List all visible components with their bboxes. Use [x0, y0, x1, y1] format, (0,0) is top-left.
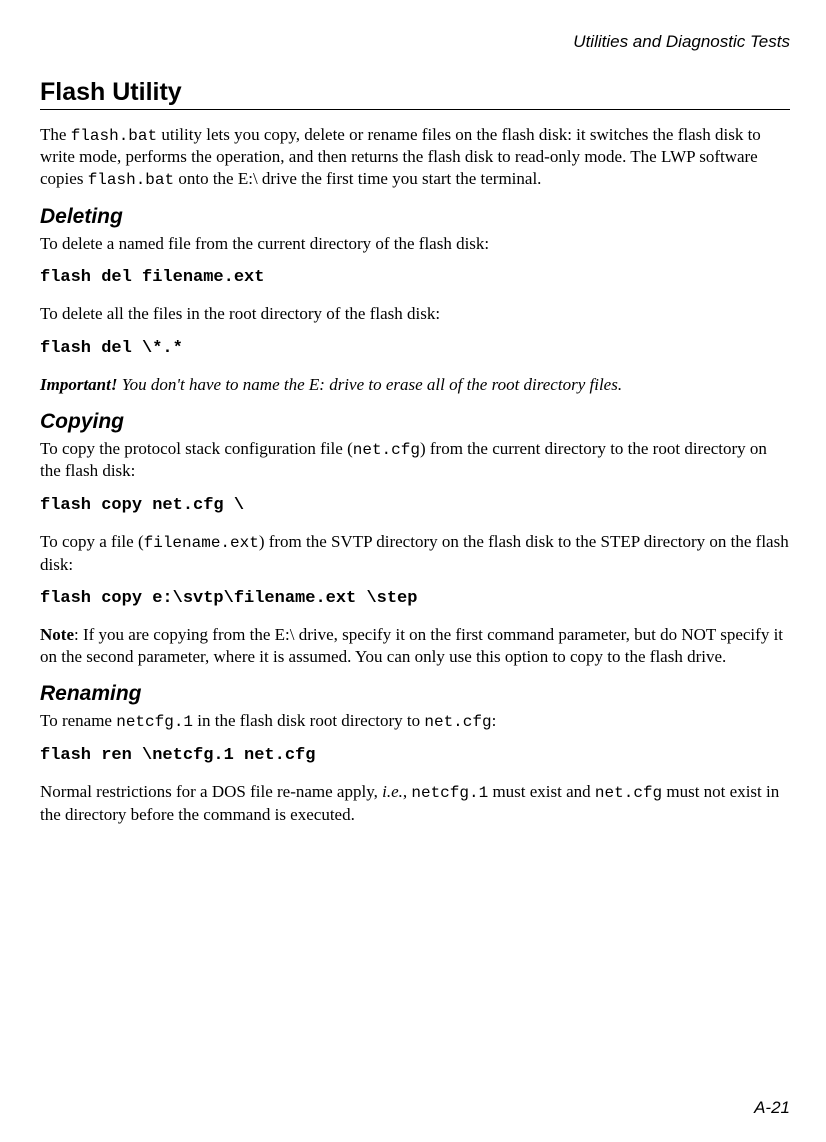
cmd-flash-ren: flash ren \netcfg.1 net.cfg	[40, 746, 790, 765]
copying-p2: To copy a file (filename.ext) from the S…	[40, 531, 790, 575]
code-netcfg1: netcfg.1	[411, 784, 488, 802]
page-title: Flash Utility	[40, 78, 790, 107]
title-rule	[40, 109, 790, 110]
deleting-p2: To delete all the files in the root dire…	[40, 303, 790, 325]
ie: i.e.	[382, 782, 403, 801]
code-flash-bat: flash.bat	[88, 171, 174, 189]
text: in the flash disk root directory to	[193, 711, 424, 730]
cmd-flash-del-file: flash del filename.ext	[40, 268, 790, 287]
running-header: Utilities and Diagnostic Tests	[40, 32, 790, 52]
copying-note: Note: If you are copying from the E:\ dr…	[40, 624, 790, 668]
important-text: You don't have to name the E: drive to e…	[117, 375, 622, 394]
text: onto the E:\ drive the first time you st…	[174, 169, 541, 188]
code-net-cfg: net.cfg	[353, 441, 420, 459]
code-flash-bat: flash.bat	[71, 127, 157, 145]
deleting-p1: To delete a named file from the current …	[40, 233, 790, 255]
text: Normal restrictions for a DOS file re-na…	[40, 782, 382, 801]
code-netcfg1: netcfg.1	[116, 713, 193, 731]
copying-p1: To copy the protocol stack configuration…	[40, 438, 790, 482]
deleting-important: Important! You don't have to name the E:…	[40, 374, 790, 396]
heading-copying: Copying	[40, 410, 790, 434]
page: Utilities and Diagnostic Tests Flash Uti…	[0, 0, 826, 1142]
cmd-flash-copy-svtp: flash copy e:\svtp\filename.ext \step	[40, 589, 790, 608]
cmd-flash-del-all: flash del \*.*	[40, 339, 790, 358]
renaming-p1: To rename netcfg.1 in the flash disk roo…	[40, 710, 790, 732]
important-label: Important!	[40, 375, 117, 394]
cmd-flash-copy-netcfg: flash copy net.cfg \	[40, 496, 790, 515]
text: To copy a file (	[40, 532, 144, 551]
text: To rename	[40, 711, 116, 730]
page-number: A-21	[754, 1098, 790, 1118]
code-net-cfg: net.cfg	[424, 713, 491, 731]
text: :	[492, 711, 497, 730]
code-filename-ext: filename.ext	[144, 534, 259, 552]
note-label: Note	[40, 625, 74, 644]
heading-renaming: Renaming	[40, 682, 790, 706]
text: The	[40, 125, 71, 144]
note-text: : If you are copying from the E:\ drive,…	[40, 625, 783, 666]
intro-paragraph: The flash.bat utility lets you copy, del…	[40, 124, 790, 191]
text: must exist and	[488, 782, 595, 801]
code-net-cfg: net.cfg	[595, 784, 662, 802]
heading-deleting: Deleting	[40, 205, 790, 229]
renaming-p2: Normal restrictions for a DOS file re-na…	[40, 781, 790, 825]
text: To copy the protocol stack configuration…	[40, 439, 353, 458]
